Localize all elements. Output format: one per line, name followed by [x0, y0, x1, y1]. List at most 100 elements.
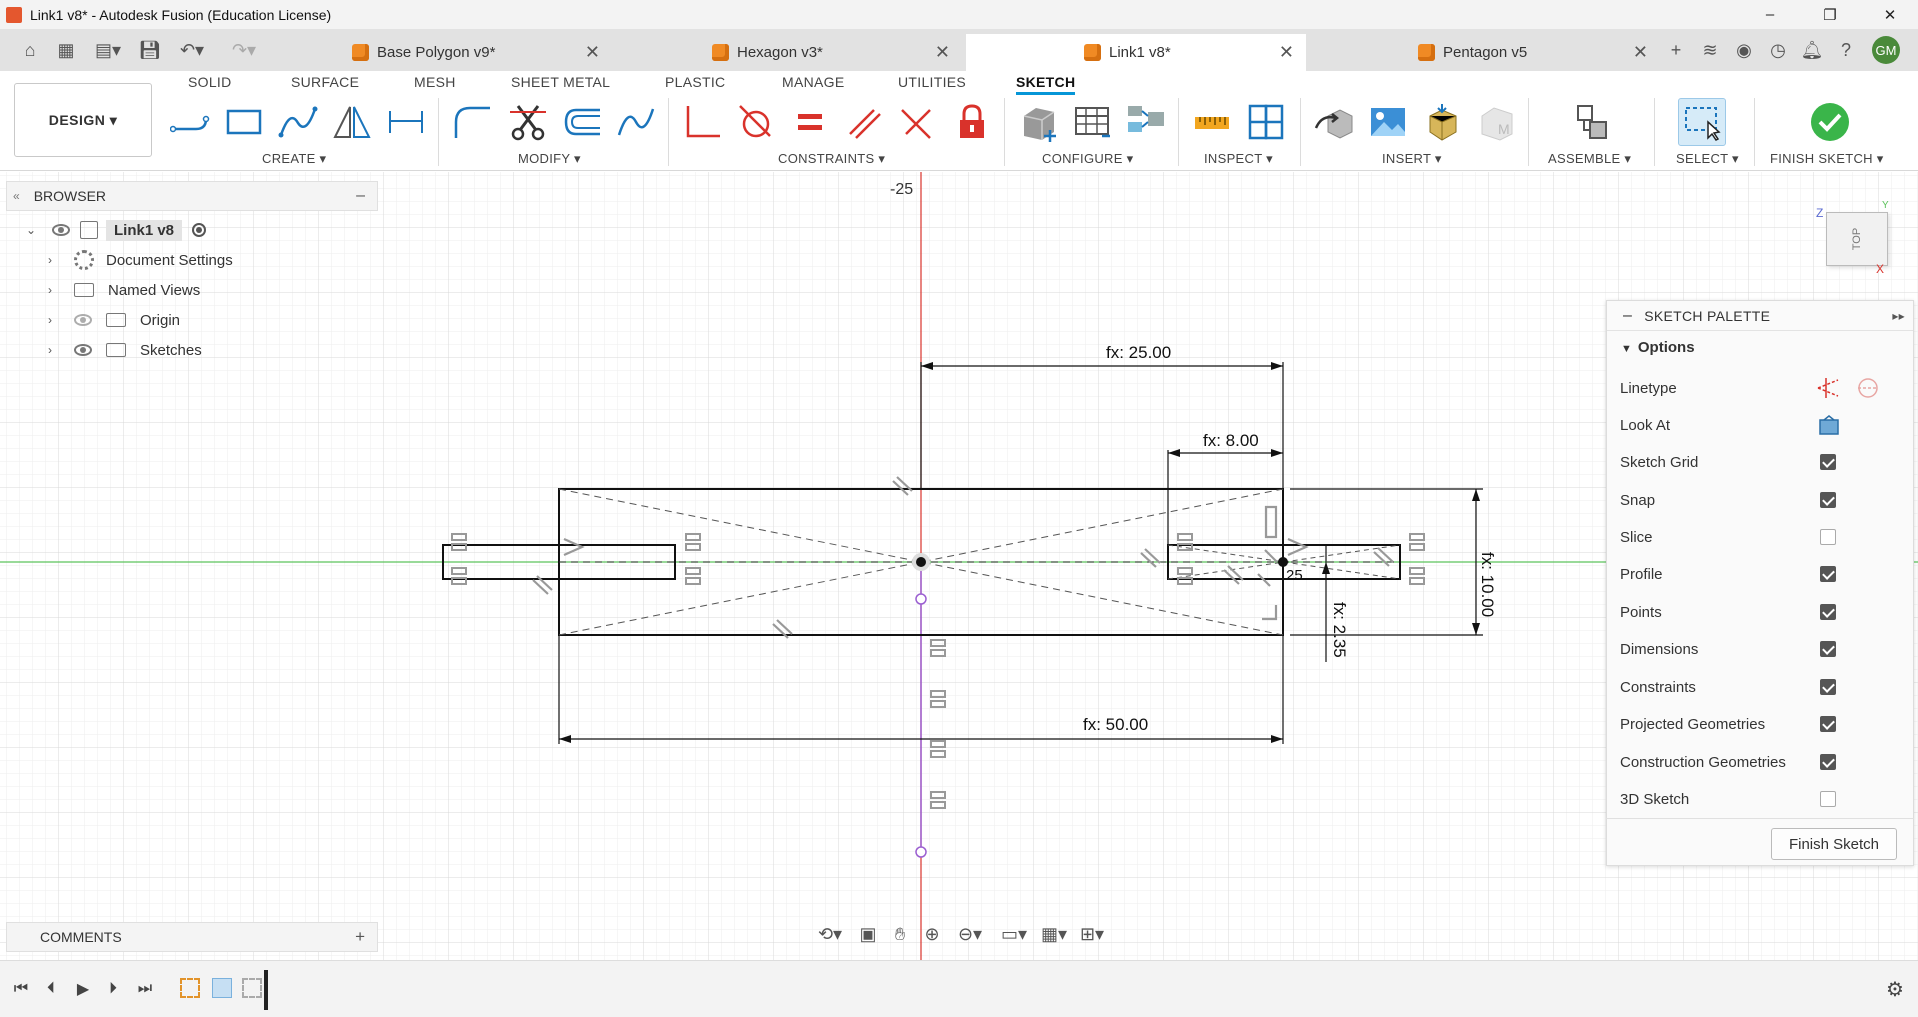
- create-menu[interactable]: CREATE ▾: [262, 151, 326, 167]
- visibility-eye-icon[interactable]: [74, 344, 92, 356]
- perpendicular-constraint-icon[interactable]: [896, 100, 940, 144]
- help-icon[interactable]: ?: [1834, 38, 1858, 62]
- collapse-panel-icon[interactable]: «: [13, 189, 20, 203]
- insert-canvas-icon[interactable]: [1366, 100, 1410, 144]
- timeline-next-icon[interactable]: ⏵: [102, 978, 124, 1000]
- select-tool-icon[interactable]: [1678, 98, 1726, 146]
- construction-geometries-checkbox[interactable]: [1820, 754, 1836, 770]
- fillet-tool-icon[interactable]: [450, 100, 494, 144]
- points-checkbox[interactable]: [1820, 604, 1836, 620]
- offset-tool-icon[interactable]: [560, 100, 604, 144]
- hidden-eye-icon[interactable]: [74, 314, 92, 326]
- timeline-previous-icon[interactable]: ⏴: [40, 978, 62, 1000]
- dimension-8-label[interactable]: fx: 8.00: [1203, 431, 1259, 450]
- visibility-eye-icon[interactable]: [52, 224, 70, 236]
- undo-icon[interactable]: ↶▾: [174, 38, 210, 62]
- extensions-icon[interactable]: ◉: [1732, 38, 1756, 62]
- snap-checkbox[interactable]: [1820, 492, 1836, 508]
- insert-mesh-icon[interactable]: [1420, 100, 1464, 144]
- browser-item-document-settings[interactable]: › Document Settings: [48, 247, 233, 273]
- construction-linetype-icon[interactable]: [1816, 376, 1840, 405]
- close-tab-icon[interactable]: ✕: [935, 42, 950, 63]
- constraints-menu[interactable]: CONSTRAINTS ▾: [778, 151, 885, 167]
- dimension-50-label[interactable]: fx: 50.00: [1083, 715, 1148, 734]
- timeline-sketch-feature-icon[interactable]: [180, 978, 200, 998]
- constraints-checkbox[interactable]: [1820, 679, 1836, 695]
- look-at-icon[interactable]: [1818, 414, 1840, 441]
- assemble-menu[interactable]: ASSEMBLE ▾: [1548, 151, 1631, 167]
- chevron-right-icon[interactable]: ›: [48, 343, 62, 357]
- tab-pentagon[interactable]: Pentagon v5 ✕: [1410, 34, 1654, 71]
- dimension-25-label[interactable]: fx: 25.00: [1106, 343, 1171, 362]
- convert-spline-tool-icon[interactable]: [614, 100, 658, 144]
- construction-point[interactable]: [915, 846, 927, 858]
- chevron-right-icon[interactable]: ›: [48, 253, 62, 267]
- tab-plastic[interactable]: PLASTIC: [665, 74, 725, 90]
- activate-radio-icon[interactable]: [192, 223, 207, 237]
- spline-tool-icon[interactable]: [276, 100, 320, 144]
- redo-icon[interactable]: ↷▾: [226, 38, 262, 62]
- finish-sketch-menu[interactable]: FINISH SKETCH ▾: [1770, 151, 1884, 167]
- sketch-point[interactable]: [1278, 557, 1288, 567]
- grid-settings-icon[interactable]: ▦▾: [1036, 922, 1072, 946]
- modify-menu[interactable]: MODIFY ▾: [518, 151, 581, 167]
- insert-menu[interactable]: INSERT ▾: [1382, 151, 1442, 167]
- tab-link1[interactable]: Link1 v8* ✕: [966, 34, 1306, 71]
- projected-geometries-checkbox[interactable]: [1820, 716, 1836, 732]
- timeline-sketch-feature-icon[interactable]: [242, 978, 262, 998]
- timeline-last-icon[interactable]: ⏭: [134, 978, 156, 1000]
- insert-mcmaster-icon[interactable]: M: [1474, 100, 1518, 144]
- tangent-constraint-icon[interactable]: [734, 100, 778, 144]
- dimension-235-label[interactable]: fx: 2.35: [1330, 602, 1349, 658]
- dimension-tool-icon[interactable]: [384, 100, 428, 144]
- close-window-button[interactable]: ✕: [1862, 0, 1918, 29]
- data-panel-icon[interactable]: ≋: [1698, 38, 1722, 62]
- browser-root-item[interactable]: ⌄ Link1 v8: [26, 217, 207, 243]
- tab-mesh[interactable]: MESH: [414, 74, 456, 90]
- configure-menu[interactable]: CONFIGURE ▾: [1042, 151, 1133, 167]
- tab-manage[interactable]: MANAGE: [782, 74, 844, 90]
- new-tab-icon[interactable]: +: [1664, 38, 1688, 62]
- browser-item-named-views[interactable]: › Named Views: [48, 277, 200, 303]
- timeline-marker[interactable]: [264, 970, 268, 1010]
- tab-sheet-metal[interactable]: SHEET METAL: [511, 74, 610, 90]
- centerline-linetype-icon[interactable]: [1856, 376, 1880, 405]
- measure-tool-icon[interactable]: [1190, 100, 1234, 144]
- origin-point[interactable]: [916, 557, 926, 567]
- mirror-tool-icon[interactable]: [330, 100, 374, 144]
- fit-icon[interactable]: ⊖▾: [952, 922, 988, 946]
- browser-item-sketches[interactable]: › Sketches: [48, 337, 202, 363]
- minimize-panel-icon[interactable]: –: [356, 187, 365, 205]
- configure-rule-icon[interactable]: [1124, 100, 1168, 144]
- timeline-extrude-feature-icon[interactable]: [212, 978, 232, 998]
- display-settings-icon[interactable]: ▭▾: [996, 922, 1032, 946]
- job-status-icon[interactable]: ◷: [1766, 38, 1790, 62]
- timeline-play-icon[interactable]: ▶: [72, 978, 94, 1000]
- tab-sketch[interactable]: SKETCH: [1016, 74, 1076, 95]
- line-tool-icon[interactable]: [168, 100, 212, 144]
- inspect-menu[interactable]: INSPECT ▾: [1204, 151, 1273, 167]
- coincident-constraint-icon[interactable]: [680, 100, 724, 144]
- change-parameters-icon[interactable]: [1016, 100, 1060, 144]
- close-tab-icon[interactable]: ✕: [1279, 42, 1294, 63]
- close-tab-icon[interactable]: ✕: [1633, 42, 1648, 63]
- tab-hexagon[interactable]: Hexagon v3* ✕: [712, 34, 962, 71]
- zoom-icon[interactable]: ⊕: [920, 922, 944, 946]
- save-icon[interactable]: 💾︎: [138, 38, 162, 62]
- minimize-button[interactable]: –: [1742, 0, 1798, 29]
- browser-item-origin[interactable]: › Origin: [48, 307, 180, 333]
- tab-surface[interactable]: SURFACE: [291, 74, 359, 90]
- sketch-grid-checkbox[interactable]: [1820, 454, 1836, 470]
- chevron-right-icon[interactable]: ›: [48, 283, 62, 297]
- dimension-10-label[interactable]: fx: 10.00: [1478, 552, 1497, 617]
- configuration-table-icon[interactable]: [1070, 100, 1114, 144]
- look-at-nav-icon[interactable]: ▣: [856, 922, 880, 946]
- parallel-constraint-icon[interactable]: [842, 100, 886, 144]
- tab-utilities[interactable]: UTILITIES: [898, 74, 966, 90]
- fix-constraint-icon[interactable]: [950, 100, 994, 144]
- tab-base-polygon[interactable]: Base Polygon v9* ✕: [352, 34, 612, 71]
- viewports-icon[interactable]: ⊞▾: [1074, 922, 1110, 946]
- insert-derive-icon[interactable]: [1312, 100, 1356, 144]
- close-tab-icon[interactable]: ✕: [585, 42, 600, 63]
- rectangle-tool-icon[interactable]: [222, 100, 266, 144]
